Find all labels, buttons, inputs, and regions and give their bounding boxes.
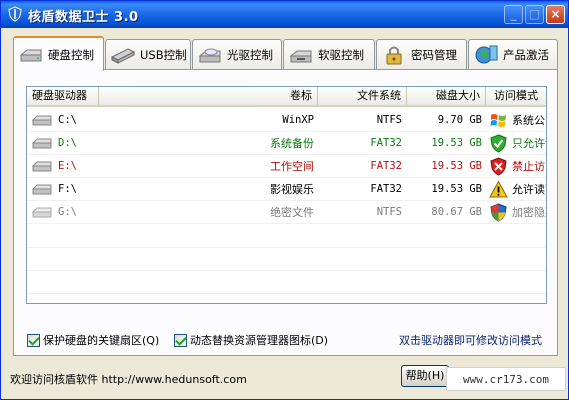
volume-label: WinXP bbox=[282, 114, 314, 126]
replace-icon-option[interactable]: 动态替换资源管理器图标(D) bbox=[174, 332, 328, 348]
file-system: NTFS bbox=[376, 206, 402, 218]
access-mode: 系统公区 bbox=[512, 114, 546, 127]
drive-list[interactable]: 硬盘驱动器 卷标 文件系统 磁盘大小 访问模式 C:\ WinXP NTFS 9… bbox=[26, 86, 547, 304]
access-mode: 加密隐藏 bbox=[512, 206, 546, 219]
minimize-button[interactable]: _ bbox=[504, 5, 523, 24]
hard-disk-icon bbox=[31, 161, 52, 172]
table-row[interactable]: F:\ 影视娱乐 FAT32 19.53 GB 允许读写 bbox=[27, 178, 546, 201]
disk-size: 19.53 GB bbox=[431, 183, 482, 195]
empty-row-line bbox=[27, 270, 546, 271]
volume-label: 系统备份 bbox=[270, 137, 314, 150]
tab-hard-disk[interactable]: 硬盘控制 bbox=[13, 36, 104, 71]
volume-label: 绝密文件 bbox=[270, 206, 314, 219]
tab-label: USB控制 bbox=[140, 47, 187, 62]
header-filesystem[interactable]: 文件系统 bbox=[318, 87, 407, 105]
table-row[interactable]: C:\ WinXP NTFS 9.70 GB 系统公区 bbox=[27, 109, 546, 132]
tab-label: 产品激活 bbox=[503, 47, 549, 62]
hard-disk-icon bbox=[31, 138, 52, 149]
tab-label: 光驱控制 bbox=[227, 47, 273, 62]
drive-letter: C:\ bbox=[58, 114, 77, 126]
window-title: 核盾数据卫士 3.0 bbox=[28, 10, 139, 25]
volume-label: 影视娱乐 bbox=[270, 183, 314, 196]
disk-size: 80.67 GB bbox=[431, 206, 482, 218]
access-mode: 禁止访问 bbox=[512, 160, 546, 173]
drive-letter: G:\ bbox=[58, 206, 77, 218]
drive-letter: F:\ bbox=[58, 183, 77, 195]
optical-drive-icon bbox=[198, 48, 221, 62]
table-row[interactable]: G:\ 绝密文件 NTFS 80.67 GB 加密隐藏 bbox=[27, 201, 546, 224]
double-click-hint: 双击驱动器即可修改访问模式 bbox=[399, 334, 542, 347]
table-row[interactable]: D:\ 系统备份 FAT32 19.53 GB 只允许读 bbox=[27, 132, 546, 155]
drive-letter: E:\ bbox=[58, 160, 77, 172]
tab-strip: 硬盘控制 USB控制 光驱控制 软驱控制 密码管理 产品激活 bbox=[13, 36, 558, 71]
access-mode: 只允许读 bbox=[512, 137, 546, 150]
file-system: FAT32 bbox=[370, 160, 402, 172]
disk-size: 19.53 GB bbox=[431, 137, 482, 149]
close-button[interactable]: × bbox=[546, 5, 565, 24]
empty-row-line bbox=[27, 293, 546, 294]
windows-flag-icon bbox=[490, 114, 506, 127]
hard-disk-icon bbox=[31, 207, 52, 218]
tab-password[interactable]: 密码管理 bbox=[376, 39, 467, 69]
tab-label: 密码管理 bbox=[411, 47, 457, 62]
table-row[interactable]: E:\ 工作空间 FAT32 19.53 GB 禁止访问 bbox=[27, 155, 546, 178]
volume-label: 工作空间 bbox=[270, 160, 314, 173]
access-mode: 允许读写 bbox=[512, 183, 546, 196]
padlock-icon bbox=[386, 46, 402, 64]
tab-optical[interactable]: 光驱控制 bbox=[192, 39, 282, 69]
tab-usb[interactable]: USB控制 bbox=[105, 39, 191, 69]
hard-disk-icon bbox=[31, 184, 52, 195]
help-button[interactable]: 帮助(H) bbox=[401, 365, 449, 387]
hard-disk-icon bbox=[31, 115, 52, 126]
file-system: NTFS bbox=[376, 114, 402, 126]
protect-boot-option[interactable]: 保护硬盘的关键扇区(Q) bbox=[27, 332, 159, 348]
disk-size: 19.53 GB bbox=[431, 160, 482, 172]
usb-drive-icon bbox=[110, 47, 136, 64]
warning-triangle-icon bbox=[489, 180, 508, 198]
header-drive[interactable]: 硬盘驱动器 bbox=[27, 87, 99, 105]
tab-label: 硬盘控制 bbox=[48, 47, 94, 62]
tab-floppy[interactable]: 软驱控制 bbox=[283, 39, 375, 69]
floppy-drive-icon bbox=[289, 50, 312, 62]
site-watermark: www.cr173.com bbox=[446, 367, 566, 391]
status-bar: 欢迎访问核盾软件 http://www.hedunsoft.com bbox=[10, 373, 247, 386]
main-window: 核盾数据卫士 3.0 _ □ × 硬盘控制 USB控制 光驱控制 软驱控制 密码… bbox=[0, 0, 569, 400]
header-size[interactable]: 磁盘大小 bbox=[407, 87, 486, 105]
protect-boot-checkbox[interactable] bbox=[27, 333, 40, 347]
app-shield-icon bbox=[8, 6, 22, 22]
protect-boot-label: 保护硬盘的关键扇区(Q) bbox=[43, 334, 160, 347]
header-label[interactable]: 卷标 bbox=[99, 87, 318, 105]
tab-activation[interactable]: 产品激活 bbox=[468, 39, 558, 69]
maximize-button[interactable]: □ bbox=[525, 5, 544, 24]
globe-activation-icon bbox=[475, 45, 498, 63]
hard-disk-icon bbox=[19, 49, 42, 61]
header-access-mode[interactable]: 访问模式 bbox=[486, 87, 546, 105]
green-shield-check-icon bbox=[490, 134, 507, 153]
file-system: FAT32 bbox=[370, 183, 402, 195]
tab-label: 软驱控制 bbox=[318, 47, 364, 62]
hard-disk-panel: 硬盘驱动器 卷标 文件系统 磁盘大小 访问模式 C:\ WinXP NTFS 9… bbox=[13, 69, 558, 356]
drive-letter: D:\ bbox=[58, 137, 77, 149]
security-shield-icon bbox=[490, 203, 507, 222]
disk-size: 9.70 GB bbox=[437, 114, 482, 126]
empty-row-line bbox=[27, 247, 546, 248]
list-header: 硬盘驱动器 卷标 文件系统 磁盘大小 访问模式 bbox=[27, 87, 546, 107]
replace-icon-checkbox[interactable] bbox=[174, 333, 187, 347]
file-system: FAT32 bbox=[370, 137, 402, 149]
title-bar[interactable]: 核盾数据卫士 3.0 _ □ × bbox=[1, 1, 568, 28]
red-x-icon bbox=[490, 157, 507, 176]
replace-icon-label: 动态替换资源管理器图标(D) bbox=[190, 334, 329, 347]
